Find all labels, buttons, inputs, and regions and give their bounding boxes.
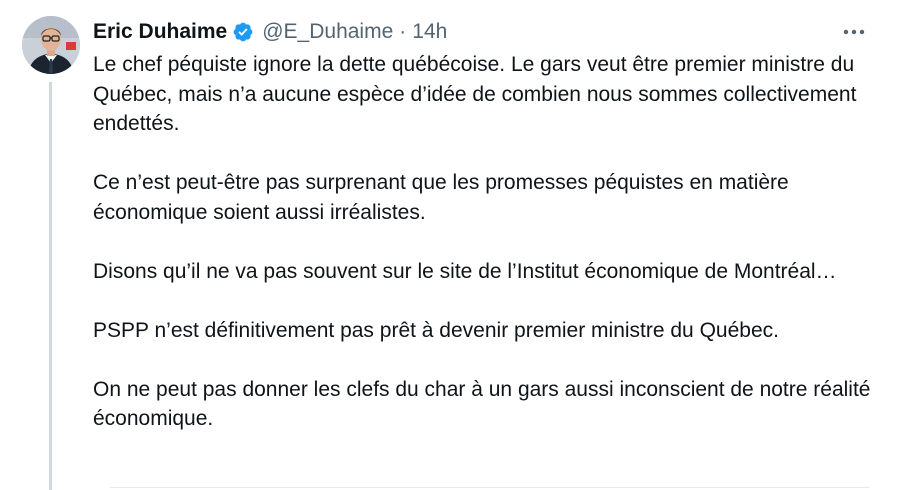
timestamp[interactable]: 14h xyxy=(412,18,447,46)
tweet-header: Eric Duhaime @E_Duhaime · 14h xyxy=(93,18,447,46)
tweet-paragraph: On ne peut pas donner les clefs du char … xyxy=(93,377,871,431)
divider xyxy=(110,487,870,488)
tweet-paragraph: Le chef péquiste ignore la dette québéco… xyxy=(93,53,857,135)
tweet-text: Le chef péquiste ignore la dette québéco… xyxy=(93,50,883,434)
avatar-photo xyxy=(22,16,80,74)
avatar[interactable] xyxy=(22,16,80,74)
verified-badge-icon xyxy=(233,22,253,42)
tweet: Eric Duhaime @E_Duhaime · 14h Le chef pé… xyxy=(0,0,904,490)
tweet-paragraph: PSPP n’est définitivement pas prêt à dev… xyxy=(93,318,779,342)
author-handle[interactable]: @E_Duhaime xyxy=(262,18,393,46)
author-name[interactable]: Eric Duhaime xyxy=(93,18,227,46)
thread-line xyxy=(49,82,52,490)
tweet-paragraph: Ce n’est peut-être pas surprenant que le… xyxy=(93,171,789,224)
header-separator: · xyxy=(399,20,407,43)
more-options-icon[interactable] xyxy=(840,22,868,42)
tweet-paragraph: Disons qu’il ne va pas souvent sur le si… xyxy=(93,259,837,283)
